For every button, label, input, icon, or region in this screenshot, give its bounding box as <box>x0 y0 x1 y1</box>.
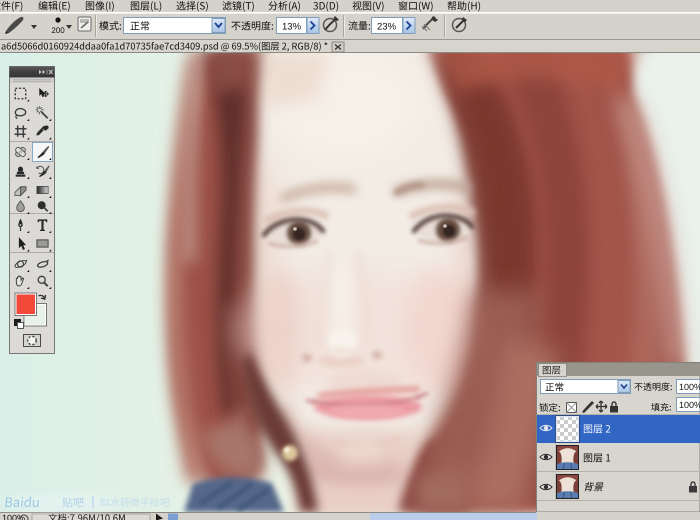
svg-text:23%: 23% <box>377 22 397 33</box>
svg-text:100%: 100% <box>679 382 700 392</box>
svg-text:200: 200 <box>51 26 65 35</box>
svg-text:100%: 100% <box>679 400 700 410</box>
svg-text:13%: 13% <box>282 22 302 33</box>
